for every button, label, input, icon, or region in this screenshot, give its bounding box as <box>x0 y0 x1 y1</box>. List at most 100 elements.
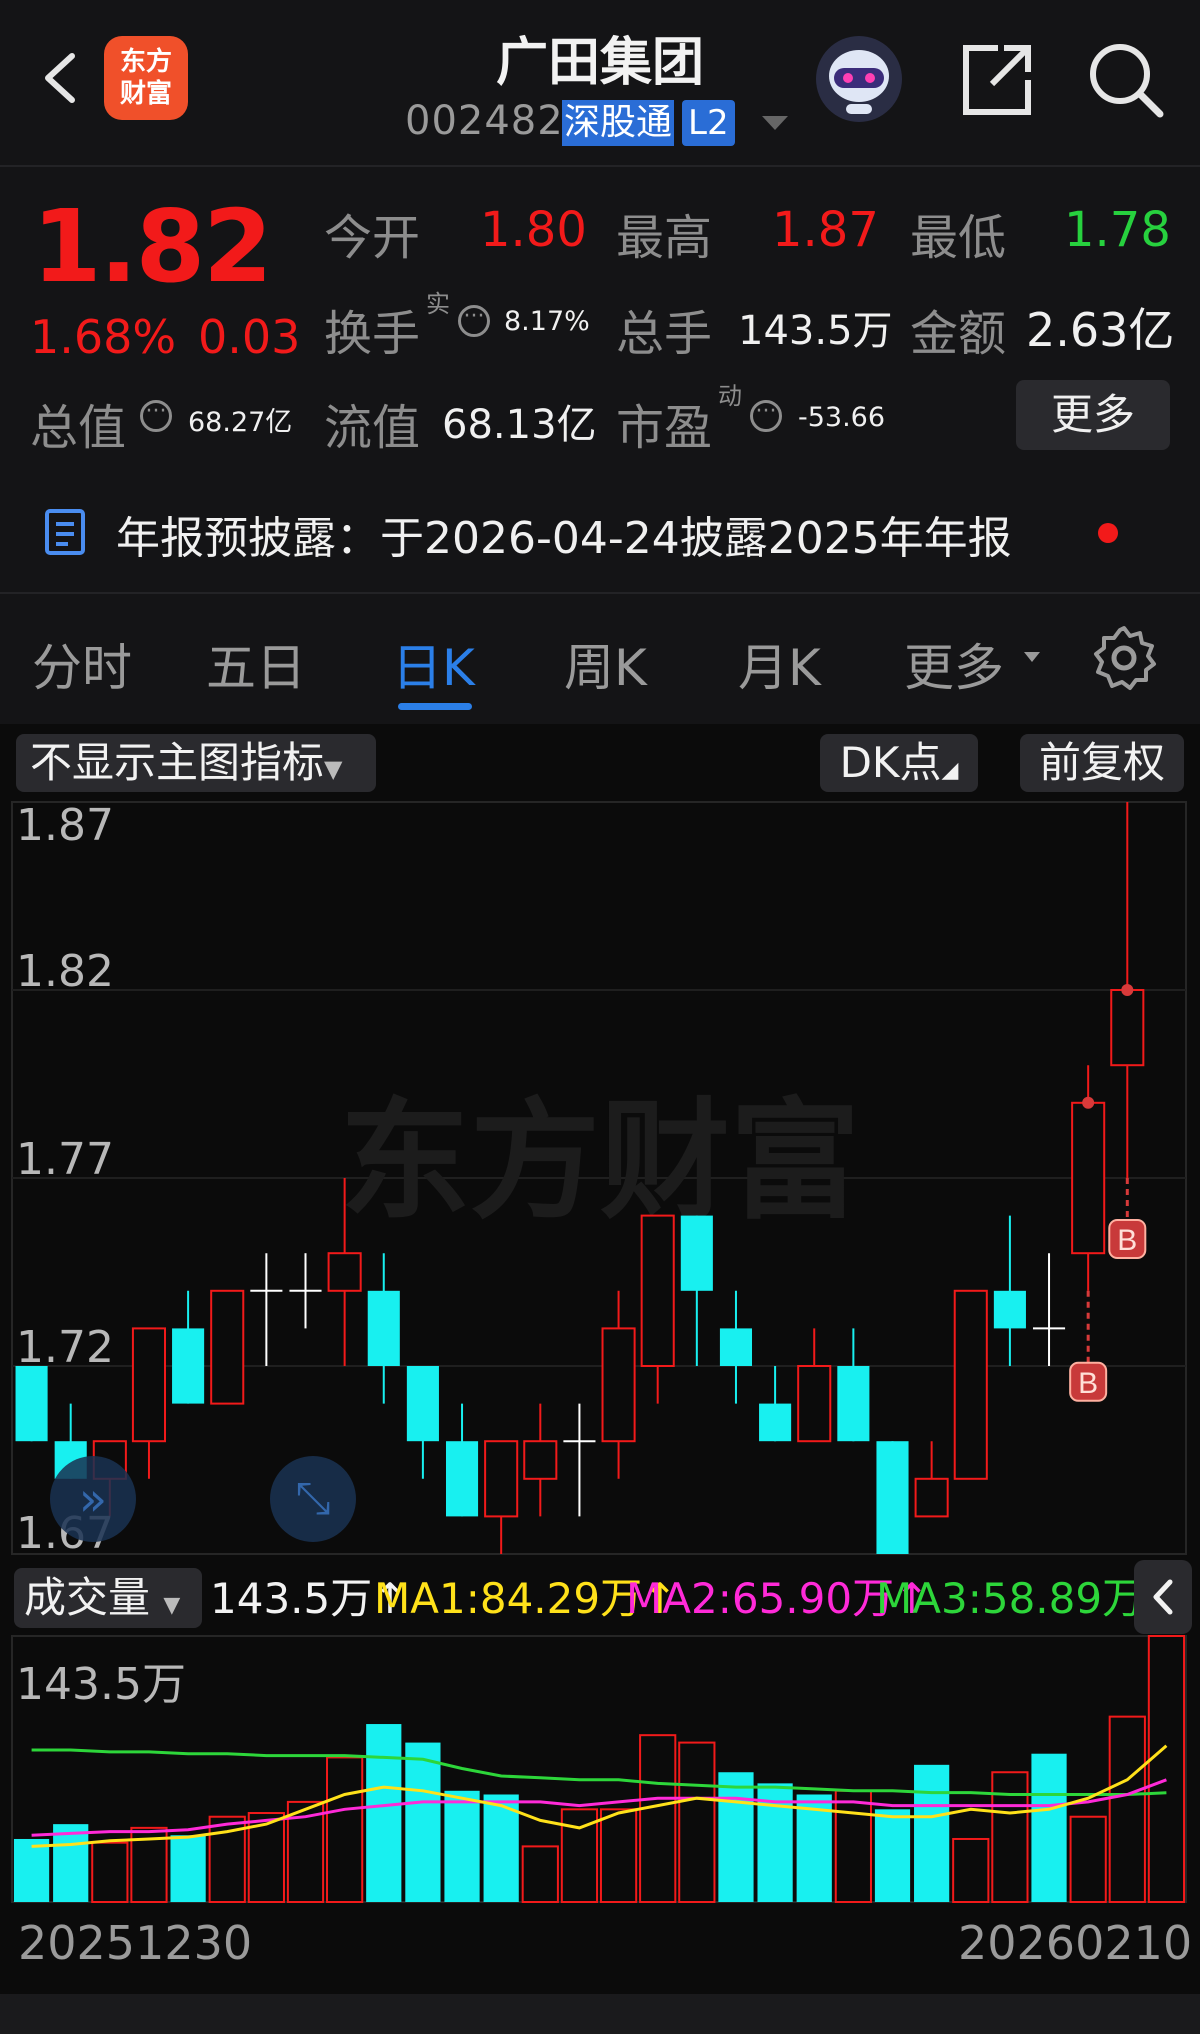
tab-intraday[interactable]: 分时 <box>32 628 132 700</box>
volume-bar-down <box>53 1824 89 1902</box>
connect-badge[interactable]: 深股通 <box>562 100 675 146</box>
bottom-bar <box>0 1994 1200 2034</box>
candle-body-down <box>837 1366 870 1442</box>
dk-point-toggle[interactable]: DK点◢ <box>820 734 978 792</box>
dk-label: DK点 <box>839 738 942 787</box>
volume-bar-up <box>1069 1815 1107 1903</box>
volume-bar-down <box>718 1772 754 1902</box>
mktcap-value: 68.27亿 <box>188 407 293 438</box>
candle-body-down <box>759 1403 792 1442</box>
search-icon[interactable] <box>1086 40 1166 120</box>
expand-left-icon[interactable]: » <box>50 1456 136 1542</box>
turnover-value: 8.17% <box>504 306 590 337</box>
y-tick-3: 1.72 <box>16 1322 114 1373</box>
volume-bar-down <box>405 1742 441 1902</box>
document-icon <box>45 509 85 555</box>
candle-body-down <box>445 1441 479 1517</box>
annual-report-notice[interactable]: 年报预披露：于2026-04-24披露2025年年报 <box>116 502 1012 566</box>
volume-bar-up <box>834 1789 872 1903</box>
open-value: 1.80 <box>480 202 587 258</box>
pe-label: 市盈 <box>616 400 713 456</box>
volume-bar-up <box>639 1734 677 1903</box>
y-tick-2: 1.77 <box>16 1134 114 1185</box>
candle-body-down <box>172 1328 205 1404</box>
candle-body-up <box>1110 989 1145 1067</box>
candle-body-down <box>993 1290 1026 1329</box>
float-value: 68.13亿 <box>442 402 597 448</box>
amount-value: 2.63亿 <box>1026 303 1175 357</box>
pe-sup: 动 <box>718 382 742 410</box>
volume-bar-up <box>678 1741 716 1903</box>
candle-body-up <box>484 1440 519 1518</box>
volume-label: 总手 <box>616 306 713 362</box>
candlestick-chart[interactable]: 东方财富 B B <box>0 796 1200 1560</box>
tab-monthly-k[interactable]: 月K <box>738 628 821 700</box>
turnover-sup: 实 <box>426 290 450 318</box>
collapse-panel-icon[interactable] <box>1134 1560 1192 1634</box>
tab-more[interactable]: 更多 <box>904 628 1004 700</box>
volume-bar-down <box>366 1724 402 1902</box>
volume-bar-up <box>952 1837 990 1904</box>
assistant-robot-icon[interactable] <box>814 34 904 124</box>
dk-point-dot <box>1121 984 1134 996</box>
volume-bar-down <box>1031 1753 1067 1902</box>
volume-bar-up <box>599 1808 638 1904</box>
main-indicator-label: 不显示主图指标 <box>30 738 325 787</box>
active-tab-indicator <box>398 703 472 710</box>
mktcap-info-icon[interactable]: ··· <box>140 400 172 432</box>
mktcap-label: 总值 <box>30 400 127 456</box>
low-value: 1.78 <box>1064 202 1171 258</box>
adjust-select[interactable]: 前复权 <box>1020 734 1184 792</box>
buy-marker-label: B <box>1078 1367 1098 1400</box>
fullscreen-icon[interactable]: ⤡ <box>270 1456 356 1542</box>
indicator-caret-icon: ▼ <box>324 755 343 783</box>
stock-code: 002482 <box>405 98 564 144</box>
candle-body-down <box>719 1328 753 1366</box>
volume-bar-down <box>170 1835 206 1902</box>
open-label: 今开 <box>324 210 421 266</box>
candle-body-up <box>523 1440 558 1480</box>
volume-bar-down <box>444 1790 480 1902</box>
pe-info-icon[interactable]: ··· <box>750 400 782 432</box>
dk-corner-icon: ◢ <box>941 758 959 783</box>
candle-body-up <box>601 1327 636 1443</box>
share-icon[interactable] <box>958 42 1034 118</box>
change-amount: 0.03 <box>198 310 301 364</box>
watermark: 东方财富 <box>340 1088 860 1234</box>
float-label: 流值 <box>324 400 421 456</box>
candle-body-up <box>131 1327 167 1443</box>
gear-icon[interactable] <box>1090 624 1158 692</box>
tab-daily-k[interactable]: 日K <box>392 628 475 700</box>
amount-label: 金额 <box>910 306 1007 362</box>
candle-body-down <box>406 1366 439 1442</box>
level2-badge[interactable]: L2 <box>682 100 735 146</box>
candle-body-down <box>680 1215 713 1291</box>
tab-five-day[interactable]: 五日 <box>206 628 306 700</box>
unread-dot <box>1098 523 1118 543</box>
volume-bar-down <box>874 1809 911 1902</box>
candle-body-up <box>327 1252 362 1292</box>
volume-indicator-select[interactable]: 成交量 ▼ <box>14 1568 202 1628</box>
start-date: 20251230 <box>18 1916 253 1970</box>
turnover-label: 换手 <box>324 306 421 362</box>
volume-bar-down <box>13 1838 50 1902</box>
high-value: 1.87 <box>772 202 879 258</box>
y-tick-0: 1.87 <box>16 800 114 851</box>
pe-value: -53.66 <box>798 402 886 433</box>
turnover-info-icon[interactable]: ··· <box>458 305 490 337</box>
buy-marker-label: B <box>1117 1224 1137 1257</box>
more-button[interactable]: 更多 <box>1016 380 1170 450</box>
candle-body-down <box>15 1366 48 1442</box>
stock-switch-dropdown-icon[interactable] <box>762 116 788 130</box>
dk-point-dot <box>1082 1096 1095 1109</box>
volume-bar-up <box>1108 1715 1146 1904</box>
tab-weekly-k[interactable]: 周K <box>564 628 647 700</box>
volume-bar-up <box>991 1771 1029 1903</box>
candle-body-down <box>367 1290 400 1366</box>
volume-max-label: 143.5万 <box>16 1659 186 1710</box>
volume-value: 143.5万 <box>738 308 893 354</box>
high-label: 最高 <box>616 210 713 266</box>
main-indicator-select[interactable]: 不显示主图指标▼ <box>16 734 376 792</box>
volume-bar-up <box>521 1845 559 1903</box>
volume-bar-down <box>914 1764 950 1902</box>
